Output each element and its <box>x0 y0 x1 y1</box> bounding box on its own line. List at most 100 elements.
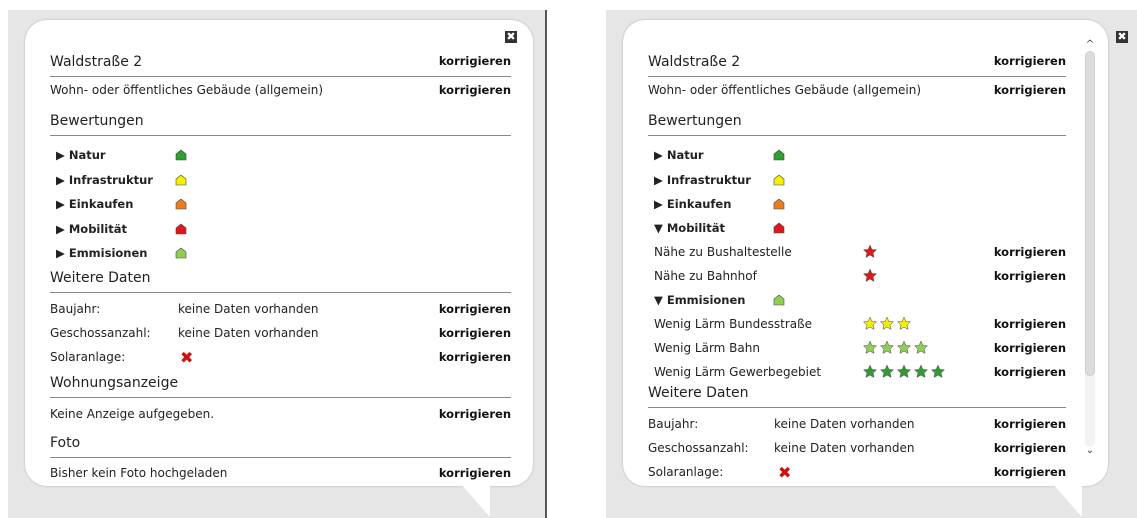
field-label: Geschossanzahl: <box>50 326 151 340</box>
more-data-heading: Weitere Daten <box>50 270 511 293</box>
rating-house-icon <box>773 294 785 306</box>
edit-photo-button[interactable]: korrigieren <box>439 466 511 480</box>
ad-title: Wohnungsanzeige <box>50 375 179 391</box>
data-row: Solaranlage: ✖ korrigieren <box>50 348 511 372</box>
building-type: Wohn- oder öffentliches Gebäude (allgeme… <box>648 83 922 97</box>
data-row: Baujahr: keine Daten vorhanden korrigieren <box>648 417 1066 439</box>
data-row: Baujahr: keine Daten vorhanden korrigieren <box>50 302 511 324</box>
category-label[interactable]: ▶ Natur <box>56 148 106 162</box>
star-rating <box>862 268 879 286</box>
rating-category: ▶ Einkaufen <box>50 197 511 219</box>
edit-address-button[interactable]: korrigieren <box>994 54 1066 68</box>
field-value: keine Daten vorhanden <box>774 417 915 431</box>
field-label: Baujahr: <box>50 302 101 316</box>
criterion-row: Wenig Lärm Bundesstraße korrigieren <box>648 316 1066 339</box>
rating-house-icon <box>773 174 785 186</box>
scroll-thumb[interactable] <box>1085 51 1095 376</box>
category-label[interactable]: ▶ Emmisionen <box>56 246 147 260</box>
edit-ad-button[interactable]: korrigieren <box>439 407 511 421</box>
left-popup-panel: Waldstraße 2 korrigieren Wohn- oder öffe… <box>8 10 545 518</box>
ad-heading: Wohnungsanzeige <box>50 375 511 398</box>
data-row: Geschossanzahl: keine Daten vorhanden korr… <box>50 326 511 348</box>
more-data-heading: Weitere Daten <box>648 385 1066 408</box>
address-row: Waldstraße 2 korrigieren <box>50 54 511 77</box>
criterion-label: Wenig Lärm Bundesstraße <box>654 317 813 331</box>
info-bubble: Waldstraße 2 korrigieren Wohn- oder öffe… <box>623 20 1108 486</box>
field-label: Geschossanzahl: <box>648 441 749 455</box>
category-label[interactable]: ▶ Infrastruktur <box>56 173 153 187</box>
criterion-row: Wenig Lärm Bahn korrigieren <box>648 340 1066 363</box>
field-value: keine Daten vorhanden <box>178 302 319 316</box>
category-label[interactable]: ▶ Mobilität <box>56 222 127 236</box>
criterion-row: Nähe zu Bushaltestelle korrigieren <box>648 244 1066 267</box>
rating-house-icon <box>773 149 785 161</box>
close-icon[interactable]: ✖ <box>1116 31 1128 43</box>
edit-criterion-button[interactable]: korrigieren <box>994 365 1066 379</box>
edit-field-button[interactable]: korrigieren <box>439 350 511 364</box>
edit-criterion-button[interactable]: korrigieren <box>994 269 1066 283</box>
edit-field-button[interactable]: korrigieren <box>994 465 1066 479</box>
rating-category: ▶ Infrastruktur <box>50 173 511 195</box>
criterion-label: Nähe zu Bushaltestelle <box>654 245 792 259</box>
address-row: Waldstraße 2 korrigieren <box>648 54 1066 77</box>
close-icon[interactable]: ✖ <box>505 31 517 43</box>
address-title: Waldstraße 2 <box>648 54 741 70</box>
ratings-title: Bewertungen <box>648 113 742 129</box>
edit-field-button[interactable]: korrigieren <box>439 302 511 316</box>
edit-field-button[interactable]: korrigieren <box>994 417 1066 431</box>
star-rating <box>862 244 879 262</box>
category-label[interactable]: ▶ Einkaufen <box>654 197 731 211</box>
field-label: Solaranlage: <box>50 350 126 364</box>
more-data-title: Weitere Daten <box>50 270 151 286</box>
data-row: Solaranlage: ✖ korrigieren <box>648 463 1066 486</box>
ad-row: Keine Anzeige aufgegeben. korrigieren <box>50 407 511 429</box>
edit-building-button[interactable]: korrigieren <box>994 83 1066 97</box>
rating-category: ▶ Natur <box>648 148 1066 170</box>
star-rating <box>862 340 930 358</box>
edit-field-button[interactable]: korrigieren <box>994 441 1066 455</box>
scrollbar[interactable]: ^ ⌄ <box>1083 37 1097 469</box>
criterion-label: Nähe zu Bahnhof <box>654 269 757 283</box>
field-value: keine Daten vorhanden <box>774 441 915 455</box>
no-solar-icon: ✖ <box>778 463 792 482</box>
criterion-label: Wenig Lärm Bahn <box>654 341 760 355</box>
scroll-up-icon[interactable]: ^ <box>1084 39 1096 51</box>
right-popup-panel: Waldstraße 2 korrigieren Wohn- oder öffe… <box>606 10 1137 518</box>
edit-address-button[interactable]: korrigieren <box>439 54 511 68</box>
edit-criterion-button[interactable]: korrigieren <box>994 317 1066 331</box>
category-label[interactable]: ▶ Natur <box>654 148 704 162</box>
rating-house-icon <box>175 223 187 235</box>
ratings-heading: Bewertungen <box>50 113 511 136</box>
edit-criterion-button[interactable]: korrigieren <box>994 245 1066 259</box>
scroll-down-icon[interactable]: ⌄ <box>1084 445 1096 457</box>
rating-house-icon <box>175 149 187 161</box>
edit-criterion-button[interactable]: korrigieren <box>994 341 1066 355</box>
category-label[interactable]: ▼ Emmisionen <box>654 293 745 307</box>
criterion-label: Wenig Lärm Gewerbegebiet <box>654 365 822 379</box>
building-type: Wohn- oder öffentliches Gebäude (allgeme… <box>50 83 324 97</box>
rating-category: ▶ Einkaufen <box>648 197 1066 219</box>
edit-field-button[interactable]: korrigieren <box>439 326 511 340</box>
photo-heading: Foto <box>50 435 511 458</box>
field-label: Solaranlage: <box>648 465 724 479</box>
photo-row: Bisher kein Foto hochgeladen korrigieren <box>50 466 511 488</box>
edit-building-button[interactable]: korrigieren <box>439 83 511 97</box>
rating-category: ▶ Infrastruktur <box>648 173 1066 195</box>
rating-category-expanded: ▼ Emmisionen <box>648 293 1066 315</box>
building-row: Wohn- oder öffentliches Gebäude (allgeme… <box>50 83 511 105</box>
rating-category: ▶ Emmisionen <box>50 246 511 268</box>
category-label[interactable]: ▶ Infrastruktur <box>654 173 751 187</box>
criterion-row: Nähe zu Bahnhof korrigieren <box>648 268 1066 291</box>
rating-house-icon <box>773 222 785 234</box>
star-rating <box>862 364 947 382</box>
photo-title: Foto <box>50 435 81 451</box>
panel-divider <box>545 10 547 518</box>
field-label: Baujahr: <box>648 417 699 431</box>
category-label[interactable]: ▼ Mobilität <box>654 221 725 235</box>
category-label[interactable]: ▶ Einkaufen <box>56 197 133 211</box>
rating-house-icon <box>175 174 187 186</box>
info-bubble: Waldstraße 2 korrigieren Wohn- oder öffe… <box>25 20 533 486</box>
rating-house-icon <box>773 198 785 210</box>
criterion-row: Wenig Lärm Gewerbegebiet korrigieren <box>648 364 1066 387</box>
bubble-tail <box>1052 483 1082 517</box>
